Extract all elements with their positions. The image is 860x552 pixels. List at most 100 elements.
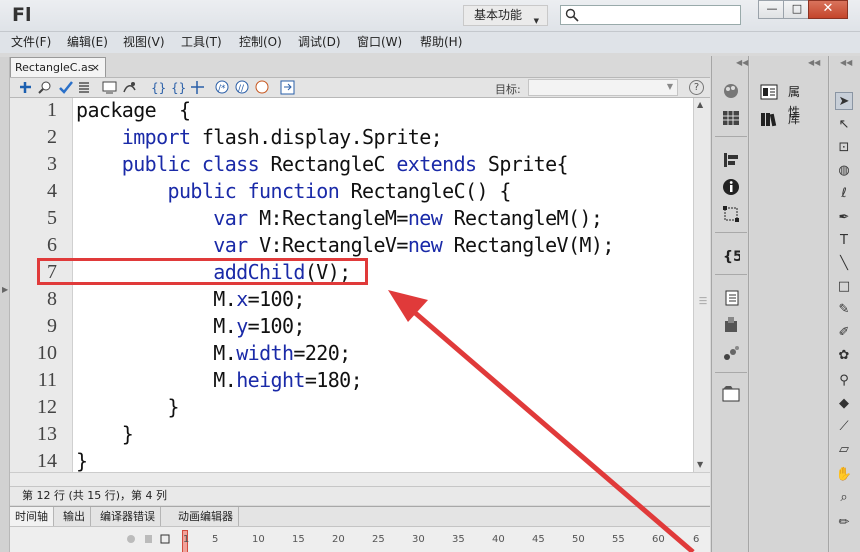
- swatches-icon[interactable]: [722, 109, 740, 127]
- chevron-down-icon: ▼: [533, 17, 539, 25]
- pencil-tool-icon[interactable]: ✎: [835, 301, 853, 319]
- subselection-tool-icon[interactable]: ↖: [835, 116, 853, 134]
- paint-bucket-tool-icon[interactable]: ◆: [835, 395, 853, 413]
- free-transform-tool-icon[interactable]: ⊡: [835, 139, 853, 157]
- tab-output[interactable]: 输出: [58, 507, 91, 526]
- left-collapse-strip[interactable]: ▶: [0, 57, 10, 552]
- code-hint-icon[interactable]: [102, 80, 117, 95]
- code-line[interactable]: package {: [76, 98, 191, 122]
- collapse-braces-icon[interactable]: {}: [150, 80, 165, 95]
- code-line[interactable]: M.y=100;: [76, 314, 305, 338]
- line-tool-icon[interactable]: ╲: [835, 255, 853, 273]
- collapse-icon[interactable]: ◀◀: [840, 58, 852, 67]
- code-keyword: new: [407, 233, 443, 257]
- horizontal-scrollbar[interactable]: [10, 472, 710, 486]
- pen-tool-icon[interactable]: ✒: [835, 209, 853, 227]
- close-tab-icon[interactable]: ×: [91, 58, 100, 77]
- debug-options-icon[interactable]: [122, 80, 137, 95]
- project-icon[interactable]: [722, 385, 740, 403]
- code-line[interactable]: var M:RectangleM=new RectangleM();: [76, 206, 603, 230]
- timeline-ruler[interactable]: 1 5 10 15 20 25 30 35 40 45 50 55 60 6: [10, 526, 710, 552]
- vertical-scrollbar[interactable]: ▲ — — — ▼: [693, 98, 710, 472]
- motion-presets-icon[interactable]: [722, 344, 740, 362]
- close-button[interactable]: ✕: [808, 0, 848, 19]
- stroke-color-icon[interactable]: ✏: [835, 514, 853, 532]
- code-line[interactable]: M.x=100;: [76, 287, 305, 311]
- info-icon[interactable]: [722, 178, 740, 196]
- code-line[interactable]: M.height=180;: [76, 368, 362, 392]
- menu-window[interactable]: 窗口(W): [357, 32, 402, 53]
- help-icon[interactable]: ?: [689, 80, 704, 95]
- line-number: 8: [47, 288, 57, 310]
- scroll-down-icon[interactable]: ▼: [697, 460, 703, 469]
- tab-rectanglec[interactable]: RectangleC.as ×: [10, 57, 106, 77]
- expand-icon: ▶: [2, 285, 9, 294]
- minimize-button[interactable]: —: [758, 0, 786, 19]
- brush-tool-icon[interactable]: ✐: [835, 324, 853, 342]
- code-line[interactable]: public class RectangleC extends Sprite{: [76, 152, 569, 176]
- selection-tool-icon[interactable]: ➤: [835, 92, 853, 110]
- menu-file[interactable]: 文件(F): [11, 32, 51, 53]
- apply-line-comment-icon[interactable]: //: [235, 80, 250, 95]
- components-icon[interactable]: [722, 316, 740, 334]
- expand-all-icon[interactable]: [190, 80, 205, 95]
- code-line[interactable]: }: [76, 395, 180, 419]
- add-statement-icon[interactable]: [18, 80, 33, 95]
- code-line[interactable]: var V:RectangleV=new RectangleV(M);: [76, 233, 614, 257]
- lasso-tool-icon[interactable]: ℓ: [835, 185, 853, 203]
- menu-tools[interactable]: 工具(T): [181, 32, 222, 53]
- code-snippets-icon[interactable]: {5: [722, 246, 740, 264]
- transform-icon[interactable]: [722, 205, 740, 223]
- menu-help[interactable]: 帮助(H): [420, 32, 462, 53]
- collapse-icon[interactable]: ◀◀: [808, 58, 820, 67]
- code-editor[interactable]: 1 2 3 4 5 6 7 8 9 10 11 12 13 14 package…: [10, 98, 693, 472]
- line-number: 9: [47, 315, 57, 337]
- zoom-tool-icon[interactable]: ⌕: [835, 489, 853, 507]
- menu-debug[interactable]: 调试(D): [298, 32, 341, 53]
- code-line[interactable]: import flash.display.Sprite;: [76, 125, 443, 149]
- remove-comment-icon[interactable]: [255, 80, 270, 95]
- deco-tool-icon[interactable]: ✿: [835, 347, 853, 365]
- menu-control[interactable]: 控制(O): [239, 32, 282, 53]
- workspace-switcher[interactable]: 基本功能 ▼: [463, 5, 548, 26]
- scroll-grip-icon[interactable]: — — —: [699, 294, 707, 308]
- color-icon[interactable]: [722, 82, 740, 100]
- tab-timeline[interactable]: 时间轴: [10, 507, 54, 526]
- eyedropper-tool-icon[interactable]: ⟋: [835, 418, 853, 436]
- code-line[interactable]: M.width=220;: [76, 341, 351, 365]
- menu-view[interactable]: 视图(V): [123, 32, 165, 53]
- history-icon[interactable]: [722, 289, 740, 307]
- library-icon: [761, 113, 777, 127]
- auto-format-icon[interactable]: [76, 80, 91, 95]
- chevron-down-icon: ▼: [666, 82, 673, 91]
- hand-tool-icon[interactable]: ✋: [835, 466, 853, 484]
- tab-motion-editor[interactable]: 动画编辑器: [173, 507, 239, 526]
- find-icon[interactable]: [38, 80, 53, 95]
- 3d-rotation-tool-icon[interactable]: ◍: [835, 162, 853, 180]
- eraser-tool-icon[interactable]: ▱: [835, 441, 853, 459]
- scroll-up-icon[interactable]: ▲: [697, 100, 703, 109]
- line-number: 12: [37, 396, 57, 418]
- collapse-selection-icon[interactable]: {}: [170, 80, 185, 95]
- target-select[interactable]: ▼: [528, 79, 678, 96]
- maximize-button[interactable]: □: [783, 0, 811, 19]
- code-line[interactable]: public function RectangleC() {: [76, 179, 512, 203]
- menu-edit[interactable]: 编辑(E): [67, 32, 108, 53]
- code-line[interactable]: }: [76, 422, 134, 446]
- show-toolbox-icon[interactable]: [280, 80, 295, 95]
- rectangle-tool-icon[interactable]: □: [835, 278, 853, 296]
- bone-tool-icon[interactable]: ⚲: [835, 372, 853, 390]
- check-syntax-icon[interactable]: [58, 80, 73, 95]
- help-search-input[interactable]: [560, 5, 741, 25]
- line-number: 10: [37, 342, 57, 364]
- apply-block-comment-icon[interactable]: /*: [215, 80, 230, 95]
- text-tool-icon[interactable]: T: [835, 232, 853, 250]
- layer-controls-icons[interactable]: [125, 533, 175, 545]
- divider: [715, 136, 747, 137]
- collapse-icon[interactable]: ◀◀: [736, 58, 748, 67]
- code-line[interactable]: }: [76, 449, 88, 472]
- code-keyword: width: [236, 341, 294, 365]
- align-icon[interactable]: [722, 151, 740, 169]
- tab-compiler-errors[interactable]: 编译器错误: [95, 507, 161, 526]
